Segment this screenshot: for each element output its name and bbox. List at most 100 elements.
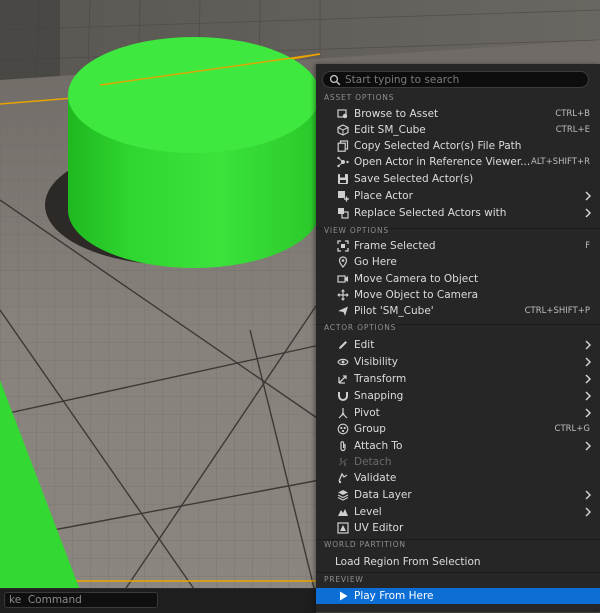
- group-icon: [337, 423, 349, 435]
- menu-item-label: Transform: [354, 373, 407, 385]
- menu-item-label: Data Layer: [354, 489, 412, 501]
- chevron-right-icon: [585, 507, 592, 517]
- menu-item-frame-selected[interactable]: Frame Selected F: [316, 238, 600, 254]
- pencil-icon: [339, 341, 347, 349]
- validate-icon: [338, 472, 348, 484]
- menu-item-label: Pivot: [354, 407, 380, 419]
- menu-item-snapping[interactable]: Snapping: [316, 388, 600, 404]
- search-icon: [329, 74, 341, 86]
- menu-item-label: Pilot 'SM_Cube': [354, 305, 434, 317]
- chevron-right-icon: [585, 357, 592, 367]
- pivot-icon: [338, 408, 348, 419]
- menu-item-play-from-here[interactable]: Play From Here: [316, 588, 600, 604]
- menu-item-reference-viewer[interactable]: Open Actor in Reference Viewer... ALT+SH…: [316, 154, 600, 170]
- transform-icon: [338, 375, 347, 384]
- menu-item-shortcut: CTRL+B: [555, 109, 590, 119]
- menu-item-shortcut: CTRL+G: [554, 424, 590, 434]
- console-command-input[interactable]: [4, 592, 158, 608]
- replace-icon: [338, 208, 349, 219]
- go-here-icon: [338, 256, 348, 268]
- menu-item-move-camera-to-object[interactable]: Move Camera to Object: [316, 271, 600, 287]
- menu-item-label: Go Here: [354, 256, 397, 268]
- menu-item-copy-file-path[interactable]: Copy Selected Actor(s) File Path: [316, 138, 600, 154]
- menu-item-shortcut: CTRL+SHIFT+P: [524, 306, 590, 316]
- menu-item-label: Place Actor: [354, 190, 413, 202]
- menu-item-validate[interactable]: Validate: [316, 470, 600, 486]
- menu-item-label: Group: [354, 423, 386, 435]
- menu-item-label: Detach: [354, 456, 392, 468]
- section-header-preview: PREVIEW: [324, 575, 364, 584]
- menu-item-data-layer[interactable]: Data Layer: [316, 487, 600, 503]
- chevron-right-icon: [585, 191, 592, 201]
- menu-item-label: Validate: [354, 472, 397, 484]
- chevron-right-icon: [585, 441, 592, 451]
- copy-icon: [337, 140, 349, 152]
- menu-item-label: Browse to Asset: [354, 108, 439, 120]
- menu-item-visibility[interactable]: Visibility: [316, 354, 600, 370]
- menu-item-label: Play From Here: [354, 590, 434, 602]
- menu-item-group[interactable]: Group CTRL+G: [316, 421, 600, 437]
- eye-icon: [337, 358, 349, 366]
- section-header-asset-options: ASSET OPTIONS: [324, 93, 395, 102]
- viewport-context-menu: ASSET OPTIONS VIEW OPTIONS ACTOR OPTIONS…: [316, 64, 600, 612]
- menu-item-place-actor[interactable]: Place Actor: [316, 188, 600, 204]
- menu-item-label: UV Editor: [354, 522, 404, 534]
- menu-search-input[interactable]: [345, 72, 585, 87]
- menu-item-browse-to-asset[interactable]: Browse to Asset CTRL+B: [316, 106, 600, 122]
- reference-viewer-icon: [337, 156, 349, 168]
- menu-item-edit[interactable]: Edit: [316, 337, 600, 353]
- menu-item-transform[interactable]: Transform: [316, 371, 600, 387]
- menu-item-uv-editor[interactable]: UV Editor: [316, 520, 600, 536]
- cube-edit-icon: [337, 124, 349, 136]
- menu-item-label: Visibility: [354, 356, 399, 368]
- level-icon: [338, 509, 348, 516]
- menu-item-shortcut: ALT+SHIFT+R: [531, 157, 590, 167]
- menu-item-pivot[interactable]: Pivot: [316, 405, 600, 421]
- uv-editor-icon: [337, 522, 349, 534]
- menu-item-label: Save Selected Actor(s): [354, 173, 474, 185]
- menu-item-label: Attach To: [354, 440, 403, 452]
- place-actor-icon: [338, 191, 349, 202]
- chevron-right-icon: [585, 374, 592, 384]
- menu-item-detach: Detach: [316, 454, 600, 470]
- menu-item-label: Move Camera to Object: [354, 273, 479, 285]
- menu-item-label: Snapping: [354, 390, 404, 402]
- layers-icon: [337, 490, 349, 501]
- menu-item-label: Level: [354, 506, 382, 518]
- menu-item-pilot-actor[interactable]: Pilot 'SM_Cube' CTRL+SHIFT+P: [316, 303, 600, 319]
- section-header-view-options: VIEW OPTIONS: [324, 226, 389, 235]
- attach-icon: [340, 441, 346, 452]
- menu-item-replace-selected[interactable]: Replace Selected Actors with: [316, 205, 600, 221]
- console-bar: [0, 588, 316, 613]
- menu-item-label: Replace Selected Actors with: [354, 207, 507, 219]
- menu-item-attach-to[interactable]: Attach To: [316, 438, 600, 454]
- section-header-world-partition: WORLD PARTITION: [324, 540, 406, 549]
- menu-item-label: Load Region From Selection: [335, 556, 481, 568]
- save-icon: [338, 174, 348, 184]
- chevron-right-icon: [585, 391, 592, 401]
- menu-item-label: Edit SM_Cube: [354, 124, 426, 136]
- menu-item-label: Move Object to Camera: [354, 289, 479, 301]
- menu-search-box[interactable]: [322, 71, 589, 88]
- pilot-icon: [338, 306, 348, 316]
- menu-item-label: Open Actor in Reference Viewer...: [354, 156, 531, 168]
- chevron-right-icon: [585, 490, 592, 500]
- section-header-actor-options: ACTOR OPTIONS: [324, 323, 397, 332]
- menu-item-save-selected[interactable]: Save Selected Actor(s): [316, 171, 600, 187]
- browse-icon: [337, 109, 348, 119]
- chevron-right-icon: [585, 208, 592, 218]
- menu-item-go-here[interactable]: Go Here: [316, 254, 600, 270]
- chevron-right-icon: [585, 408, 592, 418]
- menu-item-level[interactable]: Level: [316, 504, 600, 520]
- menu-item-edit-sm-cube[interactable]: Edit SM_Cube CTRL+E: [316, 122, 600, 138]
- chevron-right-icon: [585, 340, 592, 350]
- move-object-icon: [337, 289, 349, 301]
- menu-item-shortcut: CTRL+E: [555, 125, 590, 135]
- menu-item-label: Frame Selected: [354, 240, 436, 252]
- menu-item-label: Copy Selected Actor(s) File Path: [354, 140, 522, 152]
- menu-item-move-object-to-camera[interactable]: Move Object to Camera: [316, 287, 600, 303]
- menu-item-load-region[interactable]: Load Region From Selection: [316, 554, 600, 570]
- frame-icon: [337, 240, 349, 252]
- detach-icon: [338, 458, 348, 466]
- menu-item-label: Edit: [354, 339, 375, 351]
